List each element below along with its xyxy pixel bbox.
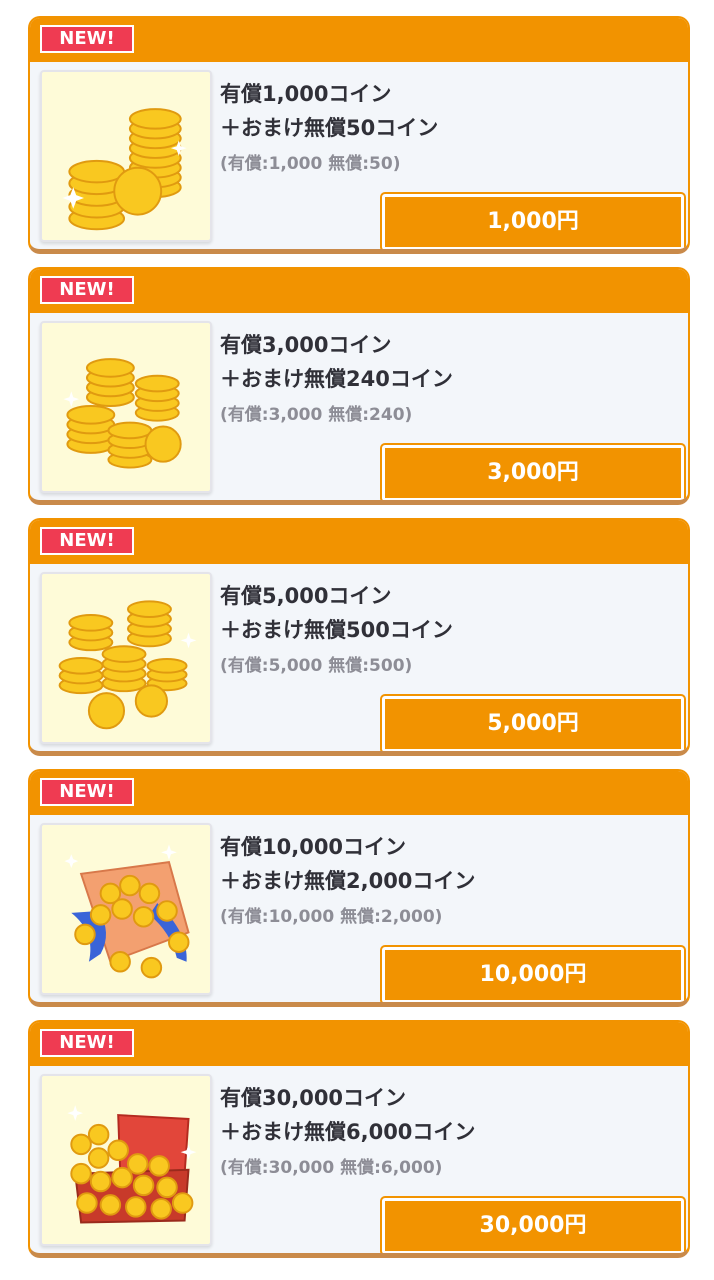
product-bonus: ＋おまけ無償240コイン <box>220 367 453 391</box>
new-badge: NEW! <box>40 276 134 304</box>
product-bonus: ＋おまけ無償50コイン <box>220 116 439 140</box>
product-card: NEW! 有償10,000コイン ＋おまけ無償2,000コイン (有償:10,0… <box>28 769 690 1007</box>
new-badge: NEW! <box>40 778 134 806</box>
product-card: NEW! 有償3,000コイン ＋おまけ無償240コイン (有償:3,000 無… <box>28 267 690 505</box>
coin-stacks-icon <box>40 321 212 493</box>
card-header: NEW! <box>30 771 688 815</box>
product-breakdown: (有償:3,000 無償:240) <box>220 405 413 425</box>
buy-button[interactable]: 3,000円 <box>382 445 684 500</box>
product-breakdown: (有償:30,000 無償:6,000) <box>220 1158 443 1178</box>
product-card: NEW! 有償1,000コイン ＋おまけ無償50コイン (有償:1,000 無償… <box>28 16 690 254</box>
product-card: NEW! 有償5,000コイン ＋おまけ無償500コイン (有償:5,000 無… <box>28 518 690 756</box>
product-title: 有償5,000コイン <box>220 584 392 608</box>
card-header: NEW! <box>30 269 688 313</box>
coin-product-list: NEW! 有償1,000コイン ＋おまけ無償50コイン (有償:1,000 無償… <box>0 0 714 1280</box>
new-badge: NEW! <box>40 527 134 555</box>
product-bonus: ＋おまけ無償6,000コイン <box>220 1120 476 1144</box>
buy-button[interactable]: 10,000円 <box>382 947 684 1002</box>
card-header: NEW! <box>30 1022 688 1066</box>
product-card: NEW! 有償30,000コイン ＋おまけ無償6,000コイン (有償:30,0… <box>28 1020 690 1258</box>
product-bonus: ＋おまけ無償500コイン <box>220 618 453 642</box>
product-title: 有償10,000コイン <box>220 835 407 859</box>
product-title: 有償30,000コイン <box>220 1086 407 1110</box>
new-badge: NEW! <box>40 1029 134 1057</box>
small-coin-stack-icon <box>40 70 212 242</box>
buy-button[interactable]: 5,000円 <box>382 696 684 751</box>
coin-piles-icon <box>40 572 212 744</box>
product-title: 有償3,000コイン <box>220 333 392 357</box>
card-header: NEW! <box>30 18 688 62</box>
buy-button[interactable]: 1,000円 <box>382 194 684 249</box>
product-breakdown: (有償:5,000 無償:500) <box>220 656 413 676</box>
product-title: 有償1,000コイン <box>220 82 392 106</box>
buy-button[interactable]: 30,000円 <box>382 1198 684 1253</box>
treasure-chest-icon <box>40 1074 212 1246</box>
new-badge: NEW! <box>40 25 134 53</box>
product-breakdown: (有償:1,000 無償:50) <box>220 154 401 174</box>
product-bonus: ＋おまけ無償2,000コイン <box>220 869 476 893</box>
product-breakdown: (有償:10,000 無償:2,000) <box>220 907 443 927</box>
coin-bag-icon <box>40 823 212 995</box>
card-header: NEW! <box>30 520 688 564</box>
